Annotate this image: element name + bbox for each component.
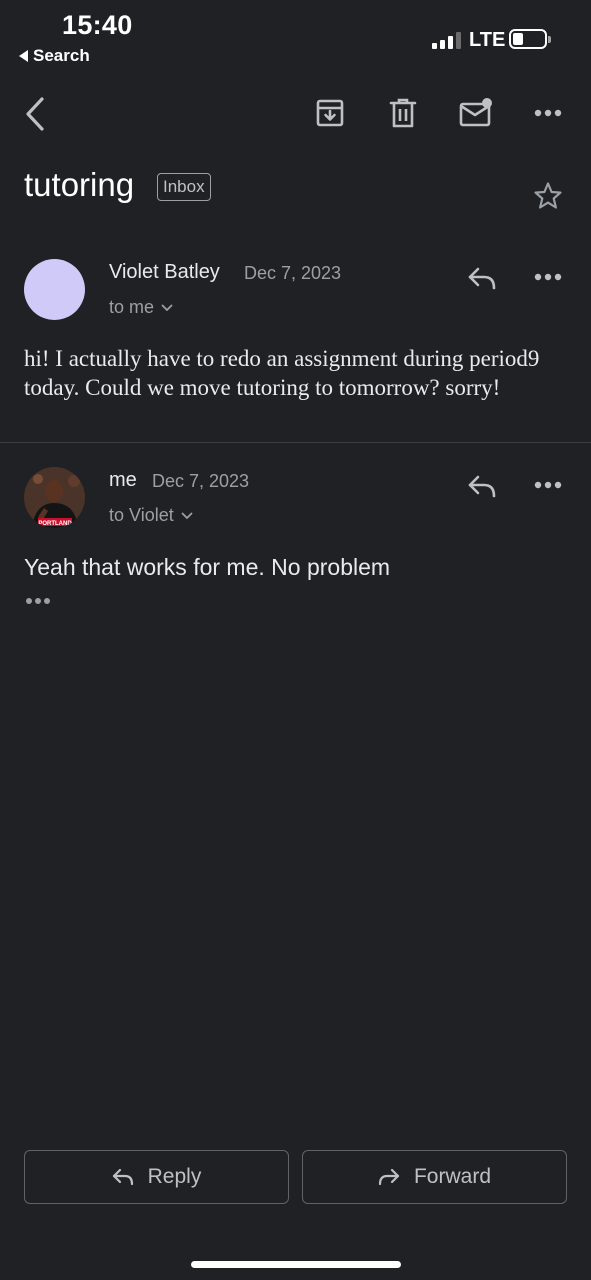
email-thread-screen: 15:40 Search LTE tutoring Inbox Violet B… bbox=[0, 0, 591, 1280]
more-icon bbox=[534, 109, 562, 117]
delete-button[interactable] bbox=[386, 96, 420, 130]
back-triangle-icon bbox=[19, 50, 28, 62]
back-button[interactable] bbox=[18, 95, 52, 133]
chevron-down-icon bbox=[161, 304, 173, 311]
message-more-button[interactable] bbox=[532, 267, 564, 287]
show-trimmed-content-button[interactable] bbox=[26, 598, 50, 604]
status-time: 15:40 bbox=[62, 10, 133, 40]
forward-action-button[interactable]: Forward bbox=[302, 1150, 567, 1204]
reply-button[interactable] bbox=[465, 471, 499, 501]
message-more-button[interactable] bbox=[532, 475, 564, 495]
recipient-details-toggle[interactable]: to me bbox=[109, 297, 173, 318]
home-indicator[interactable] bbox=[191, 1261, 401, 1268]
sender-name[interactable]: me bbox=[109, 469, 137, 492]
me-avatar[interactable]: PORTLAND bbox=[24, 467, 85, 528]
back-icon bbox=[26, 97, 44, 131]
star-button[interactable] bbox=[531, 179, 565, 213]
more-icon bbox=[534, 481, 562, 489]
recipient-label: to me bbox=[109, 297, 155, 317]
more-options-button[interactable] bbox=[532, 103, 564, 123]
svg-text:PORTLAND: PORTLAND bbox=[38, 521, 72, 527]
message-divider bbox=[0, 442, 591, 443]
archive-icon bbox=[316, 99, 344, 127]
mark-unread-icon bbox=[459, 98, 492, 127]
reply-icon bbox=[468, 475, 496, 498]
reply-icon bbox=[468, 267, 496, 290]
inbox-label-chip[interactable]: Inbox bbox=[157, 173, 211, 201]
message-date: Dec 7, 2023 bbox=[244, 263, 342, 283]
reply-icon bbox=[112, 1168, 133, 1186]
back-to-app-link[interactable]: Search bbox=[19, 46, 90, 66]
message-date: Dec 7, 2023 bbox=[152, 471, 250, 491]
avatar-photo-icon: PORTLAND bbox=[24, 467, 85, 528]
star-icon bbox=[534, 182, 562, 209]
trash-icon bbox=[389, 98, 417, 128]
forward-icon bbox=[378, 1168, 400, 1186]
mark-unread-button[interactable] bbox=[457, 96, 495, 130]
sender-avatar[interactable] bbox=[24, 259, 85, 320]
reply-label: Reply bbox=[147, 1165, 202, 1188]
recipient-details-toggle[interactable]: to Violet bbox=[109, 505, 193, 526]
email-subject: tutoring bbox=[24, 166, 135, 203]
chevron-down-icon bbox=[181, 512, 193, 519]
cellular-signal-icon bbox=[432, 31, 461, 49]
battery-icon bbox=[509, 29, 551, 49]
forward-label: Forward bbox=[413, 1165, 492, 1188]
sender-name[interactable]: Violet Batley bbox=[109, 261, 220, 284]
more-icon bbox=[534, 273, 562, 281]
recipient-label: to Violet bbox=[109, 505, 174, 525]
back-app-label: Search bbox=[33, 46, 90, 65]
message-body: hi! I actually have to redo an assignmen… bbox=[24, 346, 540, 400]
reply-button[interactable] bbox=[465, 263, 499, 293]
message-body: Yeah that works for me. No problem bbox=[24, 554, 391, 580]
reply-action-button[interactable]: Reply bbox=[24, 1150, 289, 1204]
network-type: LTE bbox=[469, 29, 506, 51]
archive-button[interactable] bbox=[313, 96, 347, 130]
